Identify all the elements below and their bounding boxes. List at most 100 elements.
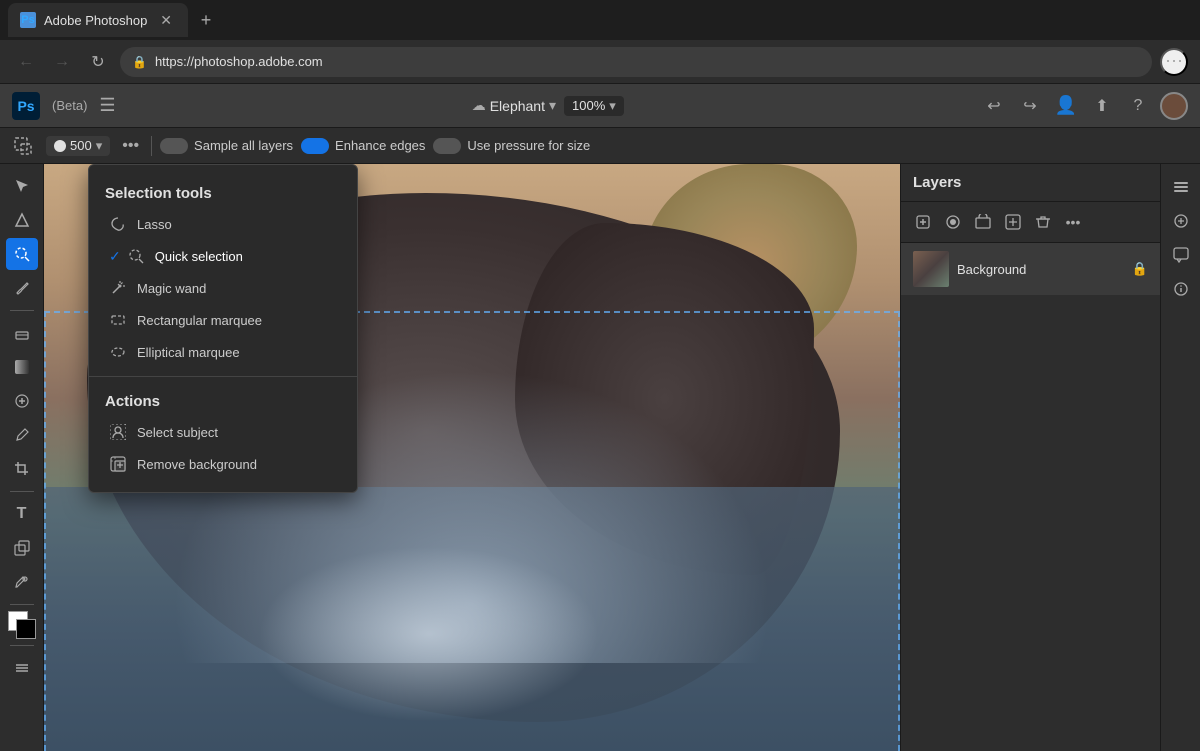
rect-marquee-item[interactable]: Rectangular marquee [93,304,353,336]
magic-wand-item[interactable]: Magic wand [93,272,353,304]
mask-button[interactable] [939,208,967,236]
add-sel-icon [14,137,32,155]
delete-layer-button[interactable] [1029,208,1057,236]
tab-close-button[interactable]: ✕ [156,10,176,31]
eyedropper-tool-button[interactable] [6,419,38,451]
eraser-icon [14,325,30,341]
layer-name: Background [957,262,1124,277]
lasso-icon [109,215,127,233]
layers-header: Layers [901,164,1160,202]
more-options-button[interactable]: ••• [118,135,143,157]
layers-more-button[interactable]: ••• [1059,208,1087,236]
main-content: T [0,164,1200,751]
avatar[interactable] [1160,92,1188,120]
brush-size-control[interactable]: 500 ▾ [46,136,110,156]
brush-dot [54,140,66,152]
select-tool-button[interactable] [6,170,38,202]
browser-more-button[interactable]: ⋯ [1160,48,1188,76]
color-swatches[interactable] [8,611,36,639]
actions-title: Actions [89,385,357,416]
photoshop-app: Ps (Beta) ☰ ☁ Elephant ▾ 100% ▾ ↩ ↪ 👤 ⬆ … [0,84,1200,751]
back-button[interactable]: ← [12,48,40,76]
ps-logo: Ps [12,92,40,120]
adjustment-button[interactable] [999,208,1027,236]
account-button[interactable]: 👤 [1052,92,1080,120]
arrange-tool-button[interactable] [6,652,38,684]
toolbar-separator-4 [10,645,34,646]
undo-button[interactable]: ↩ [980,92,1008,120]
heal-tool-button[interactable] [6,385,38,417]
info-button[interactable] [1166,274,1196,304]
enhance-edges-toggle: Enhance edges [301,138,425,154]
redo-button[interactable]: ↪ [1016,92,1044,120]
enhance-toggle[interactable] [301,138,329,154]
ellipse-marquee-item[interactable]: Elliptical marquee [93,336,353,368]
lasso-tool-item[interactable]: Lasso [93,208,353,240]
selection-tools-panel: Selection tools Lasso ✓ [88,164,358,493]
layers-toolbar: ••• [901,202,1160,243]
shapes-icon [14,540,30,556]
quick-selection-item[interactable]: ✓ Quick selection [93,240,353,272]
gradient-icon [14,359,30,375]
header-center: ☁ Elephant ▾ 100% ▾ [128,96,968,116]
quick-selection-tool-button[interactable] [6,238,38,270]
add-selection-button[interactable] [8,135,38,157]
rect-marquee-label: Rectangular marquee [137,313,262,328]
add-layer-button[interactable] [909,208,937,236]
shape-2-tool-button[interactable] [6,532,38,564]
nav-bar: ← → ↻ 🔒 https://photoshop.adobe.com ⋯ [0,40,1200,84]
comment-button[interactable] [1166,240,1196,270]
layer-style-button[interactable] [969,208,997,236]
quick-sel-icon [14,246,30,262]
toolbar-separator [10,310,34,311]
adjustments-button[interactable] [1166,206,1196,236]
toolbar-separator-2 [10,491,34,492]
file-name: ☁ Elephant ▾ [472,97,556,114]
share-button[interactable]: ⬆ [1088,92,1116,120]
background-layer[interactable]: Background 🔒 [901,243,1160,295]
right-icon-strip [1160,164,1200,751]
layers-panel: Layers ••• [900,164,1160,751]
tab-title: Adobe Photoshop [44,13,148,28]
active-tab[interactable]: Ps Adobe Photoshop ✕ [8,3,188,37]
quick-sel-panel-icon [127,247,145,265]
help-button[interactable]: ? [1124,92,1152,120]
arrange-icon [14,660,30,676]
gradient-tool-button[interactable] [6,351,38,383]
select-subject-label: Select subject [137,425,218,440]
panel-section-title: Selection tools [89,177,357,208]
heal-icon [14,393,30,409]
zoom-control[interactable]: 100% ▾ [564,96,624,116]
sample-toggle[interactable] [160,138,188,154]
water-splash-2 [258,546,600,722]
canvas-area[interactable]: Selection tools Lasso ✓ [44,164,900,751]
pen-tool-button[interactable] [6,566,38,598]
hamburger-menu[interactable]: ☰ [99,95,115,116]
lasso-label: Lasso [137,217,172,232]
refresh-button[interactable]: ↻ [84,48,112,76]
eraser-tool-button[interactable] [6,317,38,349]
app-header: Ps (Beta) ☰ ☁ Elephant ▾ 100% ▾ ↩ ↪ 👤 ⬆ … [0,84,1200,128]
shape-tool-button[interactable] [6,204,38,236]
remove-bg-label: Remove background [137,457,257,472]
browser-chrome: Ps Adobe Photoshop ✕ + ← → ↻ 🔒 https://p… [0,0,1200,84]
text-icon: T [17,505,27,523]
select-subject-item[interactable]: Select subject [93,416,353,448]
brush-icon [14,280,30,296]
new-tab-button[interactable]: + [192,6,220,34]
address-bar[interactable]: 🔒 https://photoshop.adobe.com [120,47,1152,77]
background-color[interactable] [16,619,36,639]
brush-tool-button[interactable] [6,272,38,304]
crop-icon [14,461,30,477]
header-actions: ↩ ↪ 👤 ⬆ ? [980,92,1188,120]
lock-icon: 🔒 [1132,261,1148,277]
pressure-toggle: Use pressure for size [433,138,590,154]
crop-tool-button[interactable] [6,453,38,485]
pressure-toggle-btn[interactable] [433,138,461,154]
forward-button[interactable]: → [48,48,76,76]
layers-title: Layers [913,174,961,191]
layers-panel-toggle[interactable] [1166,172,1196,202]
cloud-icon: ☁ [472,97,486,114]
remove-background-item[interactable]: Remove background [93,448,353,480]
text-tool-button[interactable]: T [6,498,38,530]
